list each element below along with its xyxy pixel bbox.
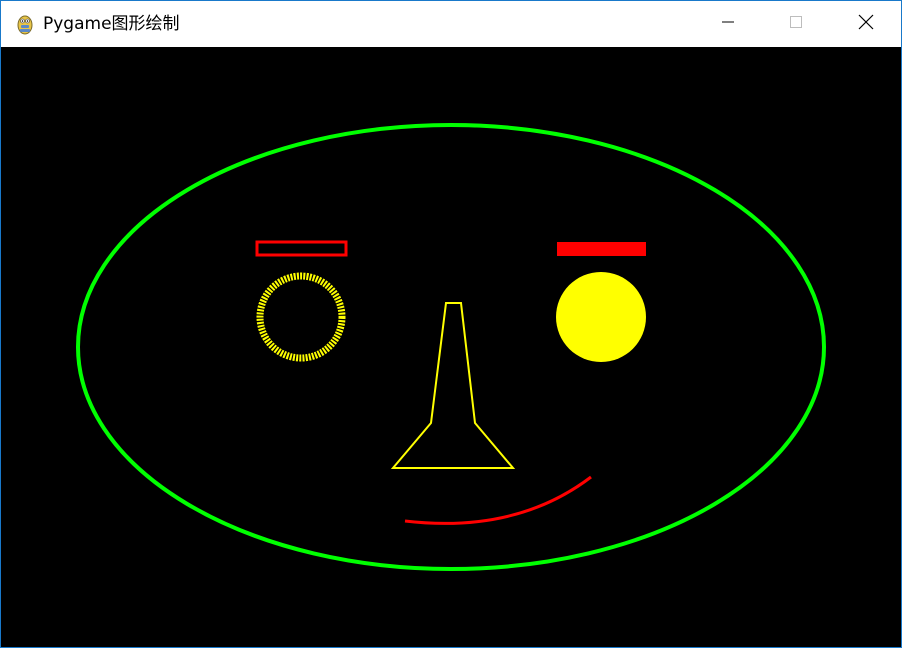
maximize-button[interactable] [773, 1, 819, 47]
right-eyebrow-rect [557, 242, 646, 256]
drawing-canvas[interactable] [1, 47, 901, 647]
close-button[interactable] [843, 1, 889, 47]
left-eyebrow-rect [255, 240, 348, 257]
pygame-window: Pygame图形绘制 [0, 0, 902, 648]
mouth-arc [404, 475, 592, 525]
nose-polygon [390, 302, 516, 469]
close-icon [858, 14, 874, 35]
left-eye-circle [256, 272, 346, 362]
pygame-snake-icon [13, 12, 37, 36]
minimize-icon [721, 15, 735, 34]
face-outline-ellipse [76, 123, 826, 571]
window-title: Pygame图形绘制 [43, 14, 180, 34]
minimize-button[interactable] [705, 1, 751, 47]
title-bar[interactable]: Pygame图形绘制 [1, 1, 901, 47]
maximize-icon [789, 15, 803, 34]
right-eye-circle [556, 272, 646, 362]
